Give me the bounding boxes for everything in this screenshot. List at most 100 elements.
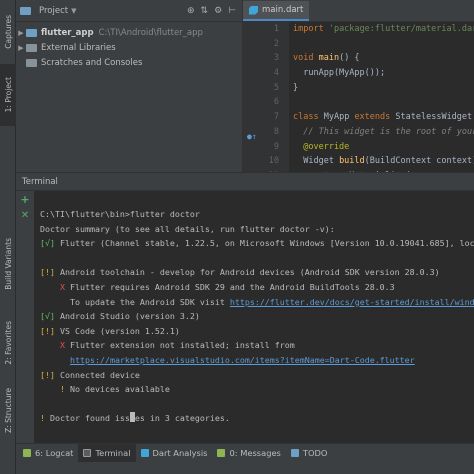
project-tree: ▶ flutter_app C:\TI\Android\flutter_app … [16, 22, 242, 70]
terminal-text: To update the Android SDK visit [69, 296, 230, 307]
build-variants-tab-label: Build Variants [3, 238, 13, 290]
close-session-icon[interactable]: ✕ [16, 207, 34, 223]
code-line: runApp(MyApp()); [293, 68, 386, 79]
messages-icon [217, 449, 226, 457]
project-panel: Project ▼ ⊕ ⇅ ⚙ ⊢ ▶ flutter_app C:\TI\An… [16, 0, 242, 172]
bottom-tool-bar: 6: Logcat Terminal Dart Analysis 0: Mess… [16, 443, 474, 474]
code-line: void main() { [293, 53, 360, 64]
dart-file-icon [249, 5, 258, 15]
favorites-tab-label: 2: Favorites [3, 321, 13, 365]
terminal-title: Terminal [22, 176, 58, 187]
ok-mark: [√] [40, 311, 55, 322]
code-text: import 'package:flutter/material.dart'; … [289, 22, 474, 172]
override-marker-icon[interactable]: ●↑ [247, 132, 257, 141]
gear-icon[interactable]: ⚙ [214, 6, 222, 16]
terminal-line: [√] Android Studio (version 3.2) [40, 309, 474, 324]
dart-analysis-icon [140, 449, 149, 457]
terminal-line: [√] Flutter (Channel stable, 1.22.5, on … [40, 236, 474, 251]
dart-analysis-tab[interactable]: Dart Analysis [136, 444, 213, 462]
terminal-text: Doctor found iss [45, 413, 130, 424]
tree-item-scratches[interactable]: Scratches and Consoles [16, 55, 242, 70]
terminal-line: ! No devices available [40, 382, 474, 397]
editor-tab-main-dart[interactable]: main.dart [243, 1, 310, 21]
todo-tab[interactable]: TODO [286, 444, 333, 462]
terminal-line: To update the Android SDK visit https://… [40, 295, 474, 310]
expand-arrow-icon[interactable]: ▶ [16, 29, 26, 37]
project-side-tab[interactable]: 1: Project [0, 64, 16, 126]
terminal-line: https://marketplace.visualstudio.com/ite… [40, 353, 474, 368]
captures-tab-label: Captures [3, 15, 13, 49]
terminal-text: Flutter extension not installed; install… [64, 340, 295, 351]
line-number: 1 [273, 24, 279, 34]
line-number-gutter: 1 2 3 4 5 6 7 8 9 10 11 [243, 22, 289, 181]
terminal-text: Android toolchain - develop for Android … [55, 267, 440, 278]
terminal-output[interactable]: C:\TI\flutter\bin>flutter doctor Doctor … [40, 207, 474, 426]
messages-tab[interactable]: 0: Messages [212, 444, 285, 462]
terminal-line: [!] Connected device [40, 368, 474, 383]
line-number: 7 [273, 112, 279, 123]
logcat-icon [23, 449, 31, 457]
todo-icon [290, 449, 299, 457]
tree-item-label: External Libraries [41, 42, 116, 53]
docs-link[interactable]: https://flutter.dev/docs/get-started/ins… [230, 297, 474, 307]
code-editor: main.dart 1 2 3 4 5 6 7 8 9 10 11 ●↑ imp… [242, 0, 474, 181]
terminal-text: Flutter requires Android SDK 29 and the … [64, 281, 395, 292]
warn-mark: [!] [40, 325, 55, 336]
messages-tab-label: 0: Messages [229, 448, 281, 458]
terminal-tab-label: Terminal [95, 448, 131, 458]
tree-item-external-libraries[interactable]: ▶ External Libraries [16, 40, 242, 55]
code-line: Widget build(BuildContext context) [293, 156, 474, 167]
tree-item-flutter-app[interactable]: ▶ flutter_app C:\TI\Android\flutter_app [16, 25, 242, 40]
expand-arrow-icon[interactable]: ▶ [16, 44, 26, 52]
terminal-tab[interactable]: Terminal [78, 444, 136, 462]
terminal-line: X Flutter requires Android SDK 29 and th… [40, 280, 474, 295]
todo-tab-label: TODO [302, 448, 328, 458]
code-line: // This widget is the root of your [293, 126, 474, 137]
terminal-text: No devices available [64, 384, 170, 395]
project-side-tab-label: 1: Project [3, 77, 13, 113]
terminal-line: C:\TI\flutter\bin>flutter doctor [40, 209, 200, 219]
terminal-line: [!] VS Code (version 1.52.1) [40, 324, 474, 339]
chevron-down-icon[interactable]: ▼ [71, 7, 76, 15]
structure-tab-label: Z: Structure [3, 387, 13, 433]
hide-icon[interactable]: ⊢ [228, 6, 236, 16]
build-variants-tab[interactable]: Build Variants [0, 228, 16, 300]
left-tool-stripe: Captures 1: Project Build Variants 2: Fa… [0, 0, 16, 474]
code-line: import 'package:flutter/material.dart'; [293, 24, 474, 34]
project-folder-icon [20, 6, 31, 15]
logcat-tab[interactable]: 6: Logcat [18, 444, 78, 462]
project-panel-title[interactable]: Project [39, 6, 68, 16]
logcat-tab-label: 6: Logcat [35, 448, 74, 458]
terminal-text: Flutter (Channel stable, 1.22.5, on Micr… [55, 238, 474, 249]
line-number: 10 [268, 156, 279, 167]
terminal-text: VS Code (version 1.52.1) [55, 325, 180, 336]
warn-mark: [!] [40, 369, 55, 380]
scratches-icon [26, 58, 37, 67]
terminal-line: X Flutter extension not installed; insta… [40, 338, 474, 353]
module-folder-icon [26, 28, 37, 37]
new-session-icon[interactable]: + [16, 191, 34, 207]
line-number: 5 [273, 82, 279, 93]
terminal-text: Android Studio (version 3.2) [55, 311, 200, 322]
captures-tab[interactable]: Captures [0, 6, 16, 58]
structure-tab[interactable]: Z: Structure [0, 380, 16, 440]
terminal-line: ! Doctor found iss es in 3 categories. [40, 411, 474, 426]
tree-item-label: Scratches and Consoles [41, 57, 143, 68]
code-area[interactable]: 1 2 3 4 5 6 7 8 9 10 11 ●↑ import 'packa… [243, 22, 474, 181]
code-line: @override [293, 141, 350, 152]
code-line: class MyApp extends StatelessWidget { [293, 112, 474, 123]
terminal-text: es in 3 categories. [134, 413, 230, 424]
library-icon [26, 43, 37, 52]
favorites-tab[interactable]: 2: Favorites [0, 312, 16, 374]
terminal-line: [!] Android toolchain - develop for Andr… [40, 265, 474, 280]
locate-icon[interactable]: ⊕ [187, 6, 195, 16]
line-number: 4 [273, 68, 279, 79]
dart-analysis-tab-label: Dart Analysis [152, 448, 208, 458]
line-number: 6 [273, 97, 279, 108]
tree-item-label: flutter_app [41, 27, 94, 38]
marketplace-link[interactable]: https://marketplace.visualstudio.com/ite… [70, 355, 415, 365]
collapse-icon[interactable]: ⇅ [201, 6, 209, 16]
editor-tab-label: main.dart [262, 5, 304, 15]
